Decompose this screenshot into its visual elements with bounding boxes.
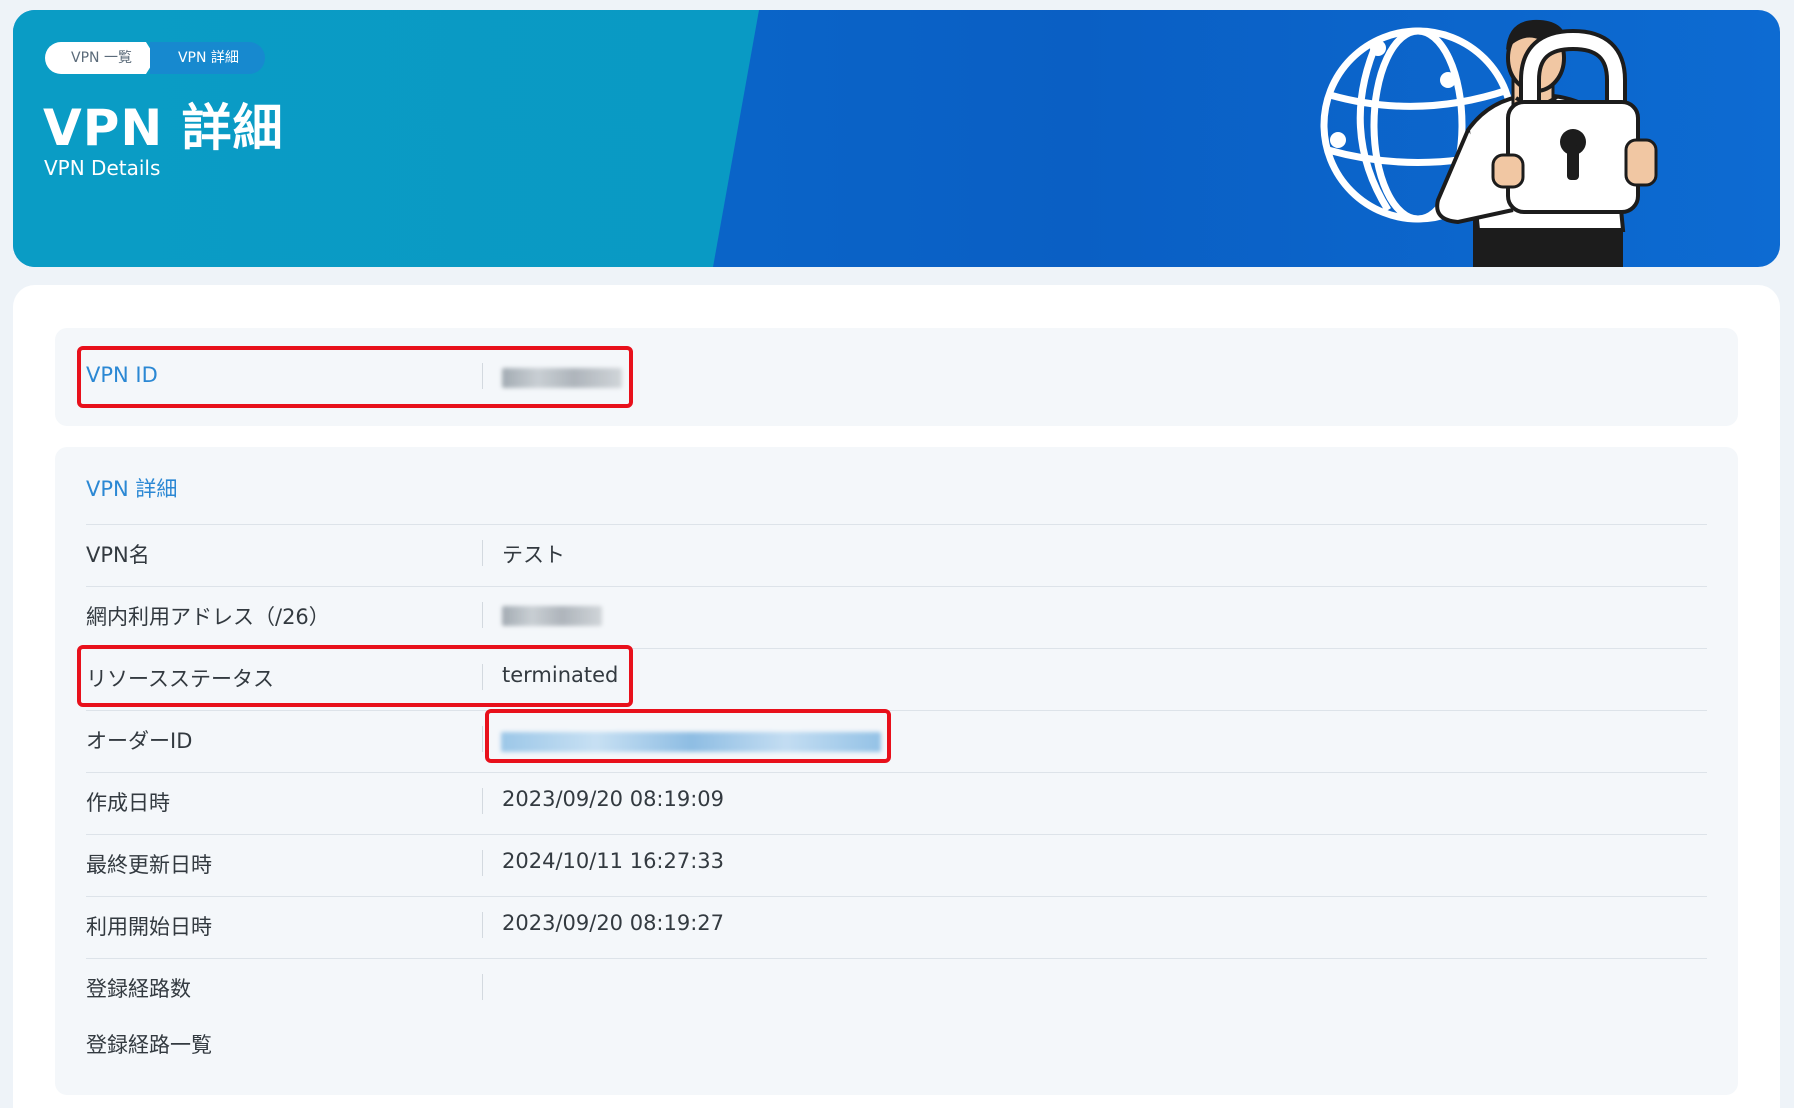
row-label-route-list: 登録経路一覧	[86, 1033, 212, 1057]
row-label-internal-address: 網内利用アドレス（/26）	[86, 605, 330, 629]
row-label-updated-at: 最終更新日時	[86, 853, 212, 877]
row-value-created-at: 2023/09/20 08:19:09	[502, 787, 725, 811]
page-title: VPN 詳細	[43, 99, 284, 157]
divider	[482, 974, 483, 1000]
divider	[482, 912, 483, 938]
row-divider	[86, 834, 1707, 835]
highlight-box-resource-status	[77, 645, 633, 707]
page-subtitle: VPN Details	[44, 156, 161, 180]
divider	[482, 726, 483, 752]
divider	[482, 540, 483, 566]
row-label-order-id: オーダーID	[86, 729, 193, 753]
main-card: VPN ID VPN 詳細 VPN名 テスト 網内利用アドレス（/26） リソー…	[13, 285, 1780, 1108]
row-divider	[86, 586, 1707, 587]
section-heading: VPN 詳細	[86, 477, 178, 501]
row-divider	[86, 772, 1707, 773]
vpn-illustration	[1320, 19, 1658, 267]
row-label-vpn-name: VPN名	[86, 543, 150, 567]
row-divider	[86, 710, 1707, 711]
row-value-service-start: 2023/09/20 08:19:27	[502, 911, 725, 935]
row-divider	[86, 896, 1707, 897]
vpn-id-panel: VPN ID	[55, 328, 1738, 426]
breadcrumb: VPN 一覧 VPN 詳細	[45, 42, 265, 74]
highlight-box-vpn-id	[77, 346, 633, 408]
vpn-detail-panel: VPN 詳細 VPN名 テスト 網内利用アドレス（/26） リソースステータス …	[55, 447, 1738, 1095]
row-value-vpn-name: テスト	[502, 543, 565, 567]
breadcrumb-vpn-list[interactable]: VPN 一覧	[45, 42, 156, 74]
padlock-icon	[1506, 28, 1640, 214]
row-divider	[86, 958, 1707, 959]
header-banner: VPN 一覧 VPN 詳細 VPN 詳細 VPN Details	[13, 10, 1780, 267]
divider	[482, 850, 483, 876]
divider	[482, 788, 483, 814]
row-label-route-count: 登録経路数	[86, 977, 191, 1001]
breadcrumb-vpn-detail: VPN 詳細	[149, 42, 265, 74]
internal-address-value-redacted	[502, 606, 602, 626]
row-value-updated-at: 2024/10/11 16:27:33	[502, 849, 725, 873]
row-label-service-start: 利用開始日時	[86, 915, 212, 939]
highlight-box-order-id	[485, 709, 891, 763]
row-label-created-at: 作成日時	[86, 791, 170, 815]
divider	[482, 602, 483, 628]
row-divider	[86, 524, 1707, 525]
